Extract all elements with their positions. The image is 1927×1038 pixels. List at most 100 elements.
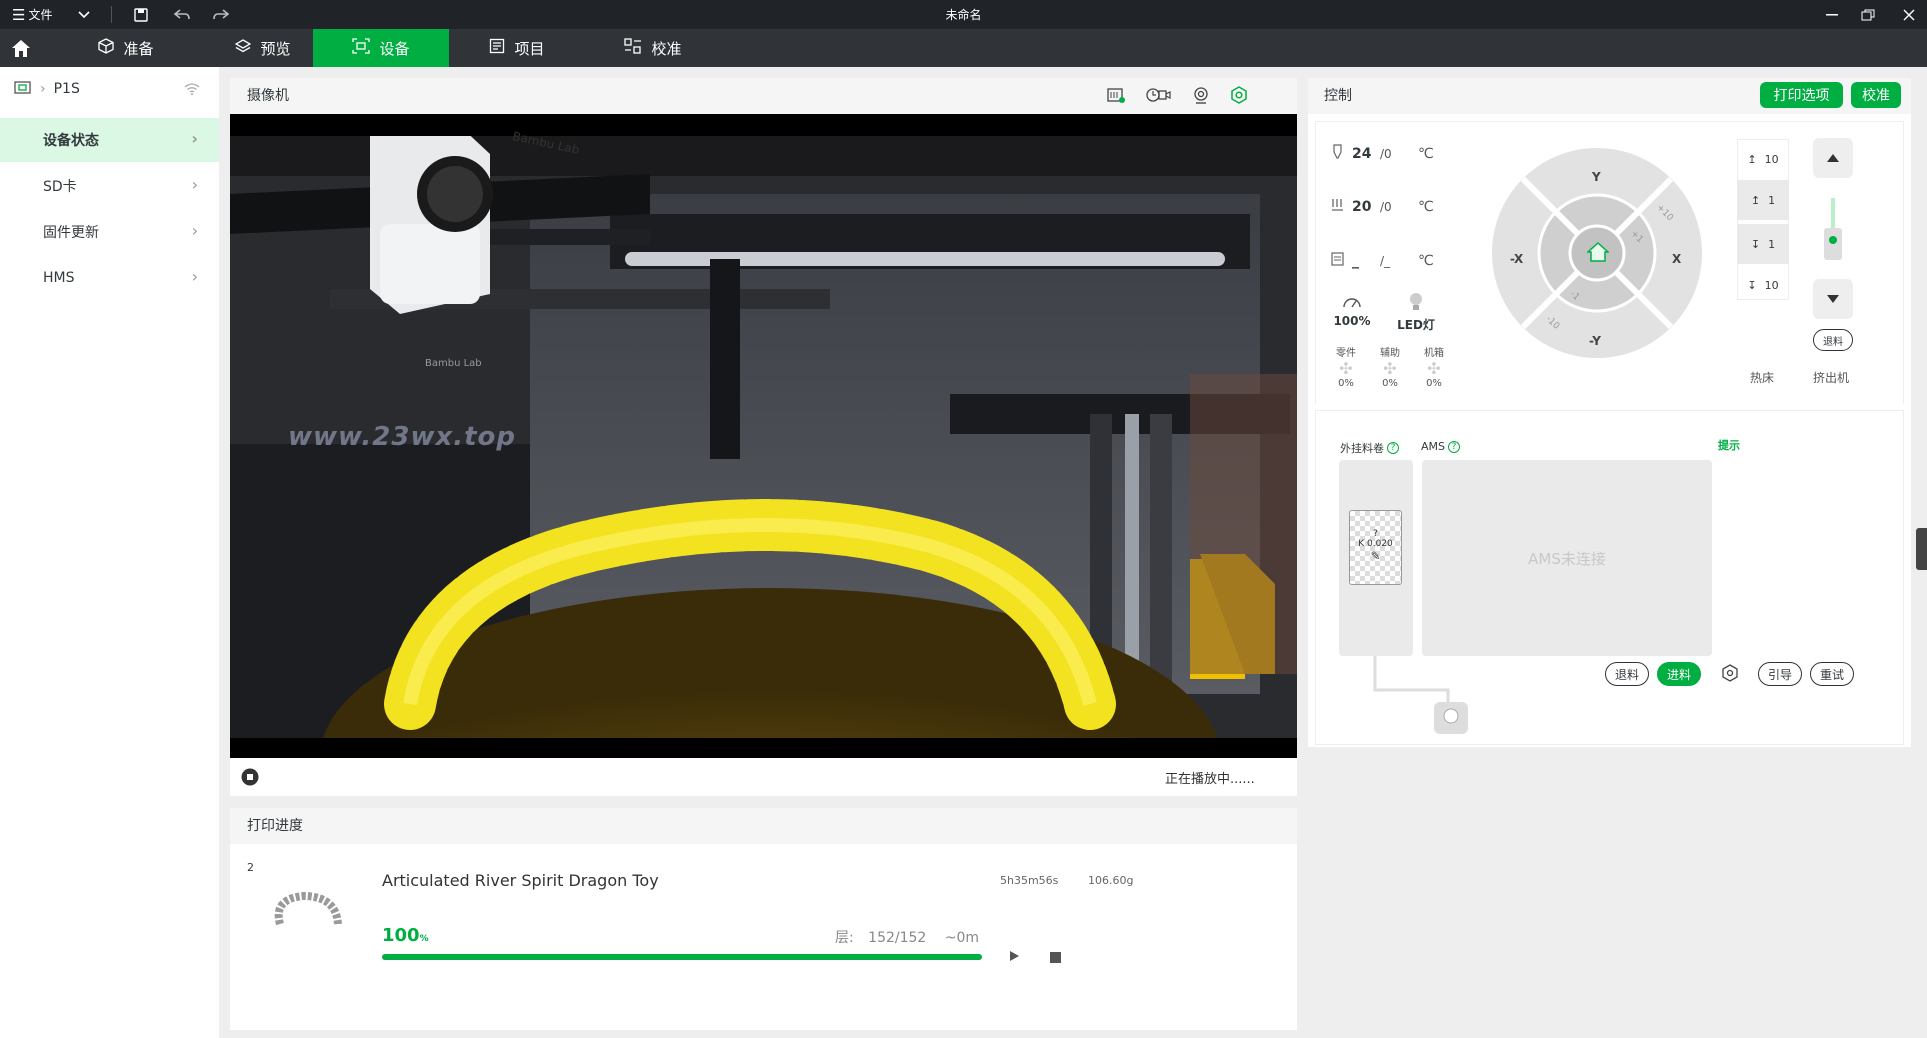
progress-header: 打印进度 bbox=[230, 808, 1297, 844]
bed-target: /0 bbox=[1380, 200, 1392, 214]
layer-count: 152/152 bbox=[868, 930, 927, 946]
tab-device-label: 设备 bbox=[379, 39, 410, 58]
tab-calibration[interactable]: 校准 bbox=[585, 29, 721, 67]
calibrate-button[interactable]: 校准 bbox=[1851, 82, 1901, 108]
load-button[interactable]: 进料 bbox=[1657, 662, 1701, 686]
extruder-retract-button[interactable]: 退料 bbox=[1813, 329, 1853, 351]
chevron-right-icon: › bbox=[191, 221, 198, 240]
stop-print-button[interactable] bbox=[1050, 949, 1062, 968]
undo-icon[interactable] bbox=[174, 0, 190, 29]
stream-status: 正在播放中...... bbox=[1165, 772, 1255, 787]
progress-title: 打印进度 bbox=[247, 818, 303, 834]
external-spool-tray[interactable]: ? K 0.020 ✎ bbox=[1349, 510, 1402, 585]
sidebar-item-firmware[interactable]: 固件更新 › bbox=[0, 210, 219, 254]
plate-number: 2 bbox=[247, 861, 254, 874]
close-icon[interactable] bbox=[1903, 0, 1915, 29]
chamber-target: /_ bbox=[1380, 254, 1391, 268]
tab-device[interactable]: 设备 bbox=[313, 29, 449, 67]
minimize-icon[interactable] bbox=[1826, 0, 1838, 29]
timelapse-icon[interactable] bbox=[1145, 86, 1171, 108]
tab-project[interactable]: 项目 bbox=[449, 29, 585, 67]
external-spool-label-row: 外挂料卷 ? bbox=[1340, 440, 1399, 456]
tab-preview[interactable]: 预览 bbox=[195, 29, 331, 67]
print-options-button[interactable]: 打印选项 bbox=[1760, 82, 1843, 108]
redo-icon[interactable] bbox=[213, 0, 229, 29]
camera-settings-icon[interactable] bbox=[1230, 86, 1248, 108]
fan-icon: ✣ bbox=[1383, 359, 1397, 378]
fan-value: 0% bbox=[1338, 378, 1354, 389]
printer-selector[interactable]: › P1S bbox=[14, 67, 80, 111]
nozzle-temp-row[interactable]: 24 /0 ℃ bbox=[1331, 144, 1434, 164]
camera-feed[interactable]: www.23wx.top Bambu Lab Bambu Lab bbox=[230, 114, 1297, 758]
bed-temp-row[interactable]: 20 /0 ℃ bbox=[1331, 198, 1434, 216]
bed-down-10-button[interactable]: ↧ 10 bbox=[1737, 265, 1789, 305]
title-bar: ☰ 文件 未命名 bbox=[0, 0, 1927, 29]
extrude-down-button[interactable] bbox=[1813, 279, 1853, 319]
control-header: 控制 打印选项 校准 bbox=[1308, 78, 1911, 114]
sidebar-item-label: 设备状态 bbox=[43, 133, 99, 149]
extrude-up-button[interactable] bbox=[1813, 138, 1853, 178]
sidebar-item-hms[interactable]: HMS › bbox=[0, 256, 219, 300]
speed-control[interactable]: 100% bbox=[1330, 294, 1374, 328]
printer-icon bbox=[14, 80, 32, 98]
ams-settings-icon[interactable] bbox=[1721, 664, 1743, 688]
retry-button[interactable]: 重试 bbox=[1810, 662, 1854, 686]
divider bbox=[111, 6, 112, 23]
sd-record-icon[interactable] bbox=[1106, 86, 1126, 108]
sidebar-item-device-status[interactable]: 设备状态 › bbox=[0, 118, 219, 162]
led-toggle[interactable]: LED灯 bbox=[1392, 292, 1440, 333]
jog-y-minus[interactable]: -Y bbox=[1589, 334, 1601, 348]
sidebar: › P1S 设备状态 › SD卡 › 固件更新 › HMS › bbox=[0, 67, 219, 1038]
stop-stream-button[interactable] bbox=[241, 768, 259, 790]
nozzle-icon bbox=[1331, 144, 1344, 164]
external-spool-label: 外挂料卷 bbox=[1340, 442, 1384, 455]
unload-button[interactable]: 退料 bbox=[1605, 662, 1649, 686]
restore-icon[interactable] bbox=[1861, 0, 1875, 29]
arrow-up-icon: ↥ bbox=[1750, 193, 1761, 207]
tab-calibration-label: 校准 bbox=[651, 39, 682, 58]
help-icon[interactable]: ? bbox=[1448, 440, 1460, 453]
fan-part[interactable]: 零件 ✣ 0% bbox=[1332, 344, 1360, 389]
job-name: Articulated River Spirit Dragon Toy bbox=[382, 871, 659, 890]
layer-label: 层: bbox=[835, 930, 854, 946]
help-icon[interactable]: ? bbox=[1387, 442, 1399, 454]
device-icon bbox=[352, 38, 371, 58]
model-thumbnail bbox=[268, 884, 348, 948]
chevron-right-icon: › bbox=[191, 129, 198, 148]
jog-y-plus[interactable]: Y bbox=[1592, 170, 1601, 184]
jog-x-minus[interactable]: -X bbox=[1510, 252, 1523, 266]
guide-button[interactable]: 引导 bbox=[1758, 662, 1802, 686]
main-nav: 准备 预览 设备 项目 校准 bbox=[0, 29, 1927, 67]
hint-link[interactable]: 提示 bbox=[1718, 437, 1740, 453]
chamber-temp: _ bbox=[1352, 253, 1359, 269]
speedometer-icon bbox=[1343, 298, 1361, 308]
camera-title: 摄像机 bbox=[247, 88, 289, 104]
home-axes-button[interactable] bbox=[1586, 241, 1610, 267]
ams-label: AMS bbox=[1421, 440, 1445, 453]
ams-label-row: AMS ? bbox=[1421, 440, 1460, 453]
nozzle-brand-logo: Bambu Lab bbox=[425, 358, 482, 369]
webcam-icon[interactable] bbox=[1192, 86, 1210, 108]
save-icon[interactable] bbox=[134, 0, 148, 29]
camera-header: 摄像机 bbox=[230, 78, 1297, 114]
bed-step-label: 10 bbox=[1764, 152, 1779, 166]
temp-unit: ℃ bbox=[1418, 146, 1434, 162]
fan-label: 机箱 bbox=[1424, 348, 1444, 359]
tab-prepare[interactable]: 准备 bbox=[58, 29, 194, 67]
fan-aux[interactable]: 辅助 ✣ 0% bbox=[1376, 344, 1404, 389]
scroll-handle[interactable] bbox=[1916, 528, 1927, 570]
jog-x-plus[interactable]: X bbox=[1672, 252, 1681, 266]
printer-name: P1S bbox=[53, 81, 80, 97]
bed-down-1-button[interactable]: ↧ 1 bbox=[1737, 224, 1789, 264]
sidebar-item-sd-card[interactable]: SD卡 › bbox=[0, 164, 219, 208]
bed-up-10-button[interactable]: ↥ 10 bbox=[1737, 139, 1789, 179]
home-icon[interactable] bbox=[0, 29, 42, 67]
chevron-down-icon[interactable] bbox=[78, 0, 90, 29]
bed-up-1-button[interactable]: ↥ 1 bbox=[1737, 180, 1789, 220]
resume-button[interactable] bbox=[1007, 948, 1021, 967]
fan-label: 辅助 bbox=[1380, 348, 1400, 359]
fan-chamber[interactable]: 机箱 ✣ 0% bbox=[1420, 344, 1448, 389]
file-menu[interactable]: ☰ 文件 bbox=[12, 0, 52, 29]
progress-card: 2 Articulated River Spirit Dragon Toy 5h… bbox=[230, 844, 1297, 1030]
temp-unit: ℃ bbox=[1418, 199, 1434, 215]
